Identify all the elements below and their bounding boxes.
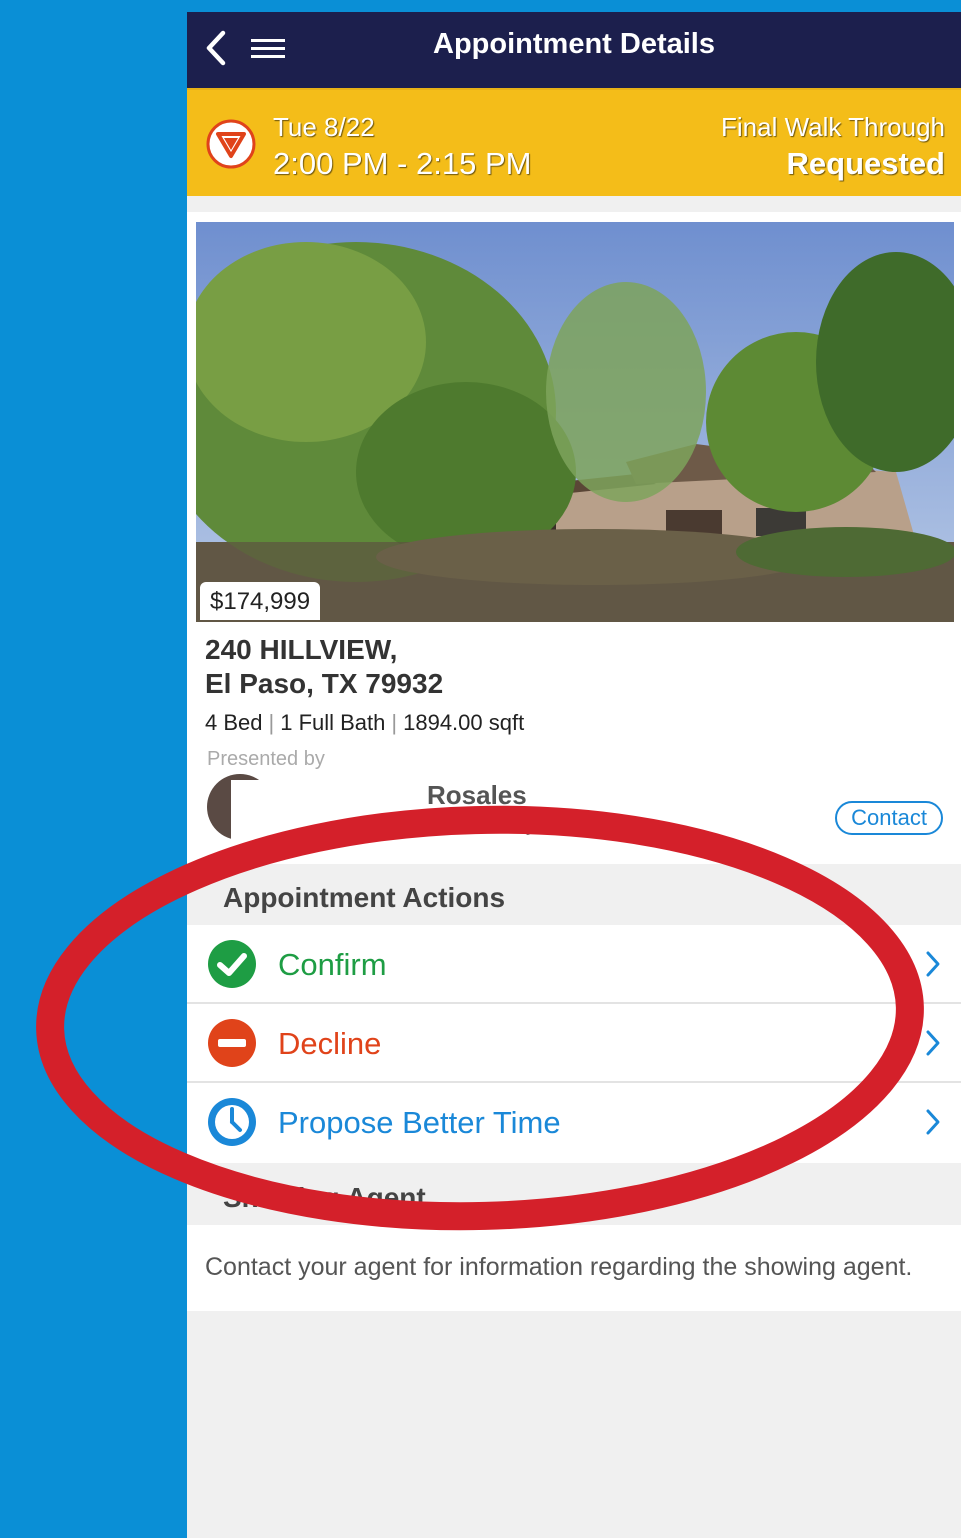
bed-count: 4 Bed [205, 710, 263, 735]
chevron-right-icon [926, 951, 940, 977]
showing-agent-heading: Showing Agent [223, 1182, 426, 1213]
listing-card: $174,999 240 HILLVIEW, El Paso, TX 79932… [187, 212, 961, 864]
minus-circle-icon [208, 1019, 256, 1067]
chevron-right-icon [926, 1109, 940, 1135]
confirm-label: Confirm [278, 947, 387, 982]
background-strip [0, 0, 961, 12]
listing-agent-row: Rosales liams Realty -FM Contact [187, 772, 961, 862]
clock-icon [208, 1098, 256, 1146]
propose-better-time-action[interactable]: Propose Better Time [187, 1083, 961, 1162]
decline-action[interactable]: Decline [187, 1004, 961, 1083]
decline-label: Decline [278, 1026, 382, 1061]
status-badge: Requested [786, 146, 945, 181]
price-tag: $174,999 [200, 582, 321, 620]
property-photo [196, 222, 954, 622]
showing-agent-message: Contact your agent for information regar… [205, 1253, 913, 1281]
yield-triangle-icon [206, 119, 256, 169]
agent-name: Rosales [427, 780, 527, 810]
app-screen: Appointment Details Tue 8/22 2:00 PM - 2… [187, 12, 961, 1538]
divider: | [391, 710, 398, 735]
redacted-area [231, 780, 431, 850]
property-specs: 4 Bed | 1 Full Bath | 1894.00 sqft [205, 710, 524, 736]
bath-count: 1 Full Bath [280, 710, 386, 735]
chevron-right-icon [926, 1030, 940, 1056]
agent-office: liams Realty -FM [427, 814, 578, 836]
appointment-date: Tue 8/22 [273, 112, 375, 142]
appointment-type: Final Walk Through [721, 112, 945, 142]
propose-better-time-label: Propose Better Time [278, 1105, 561, 1140]
presented-by-label: Presented by [207, 748, 325, 770]
contact-button[interactable]: Contact [835, 801, 943, 835]
page-title: Appointment Details [433, 28, 715, 60]
appointment-time: 2:00 PM - 2:15 PM [273, 146, 532, 181]
navbar: Appointment Details [187, 12, 961, 88]
address-line-2: El Paso, TX 79932 [205, 668, 444, 699]
square-footage: 1894.00 sqft [403, 710, 525, 735]
appointment-actions-heading: Appointment Actions [223, 882, 506, 913]
appointment-actions-list: Confirm Decline Propose Better Time [187, 925, 961, 1163]
showing-agent-section: Contact your agent for information regar… [187, 1225, 961, 1311]
divider: | [268, 710, 275, 735]
appointment-status-banner: Tue 8/22 2:00 PM - 2:15 PM Final Walk Th… [187, 88, 961, 196]
confirm-action[interactable]: Confirm [187, 925, 961, 1004]
check-circle-icon [208, 940, 256, 988]
address-line-1: 240 HILLVIEW, [205, 634, 398, 665]
